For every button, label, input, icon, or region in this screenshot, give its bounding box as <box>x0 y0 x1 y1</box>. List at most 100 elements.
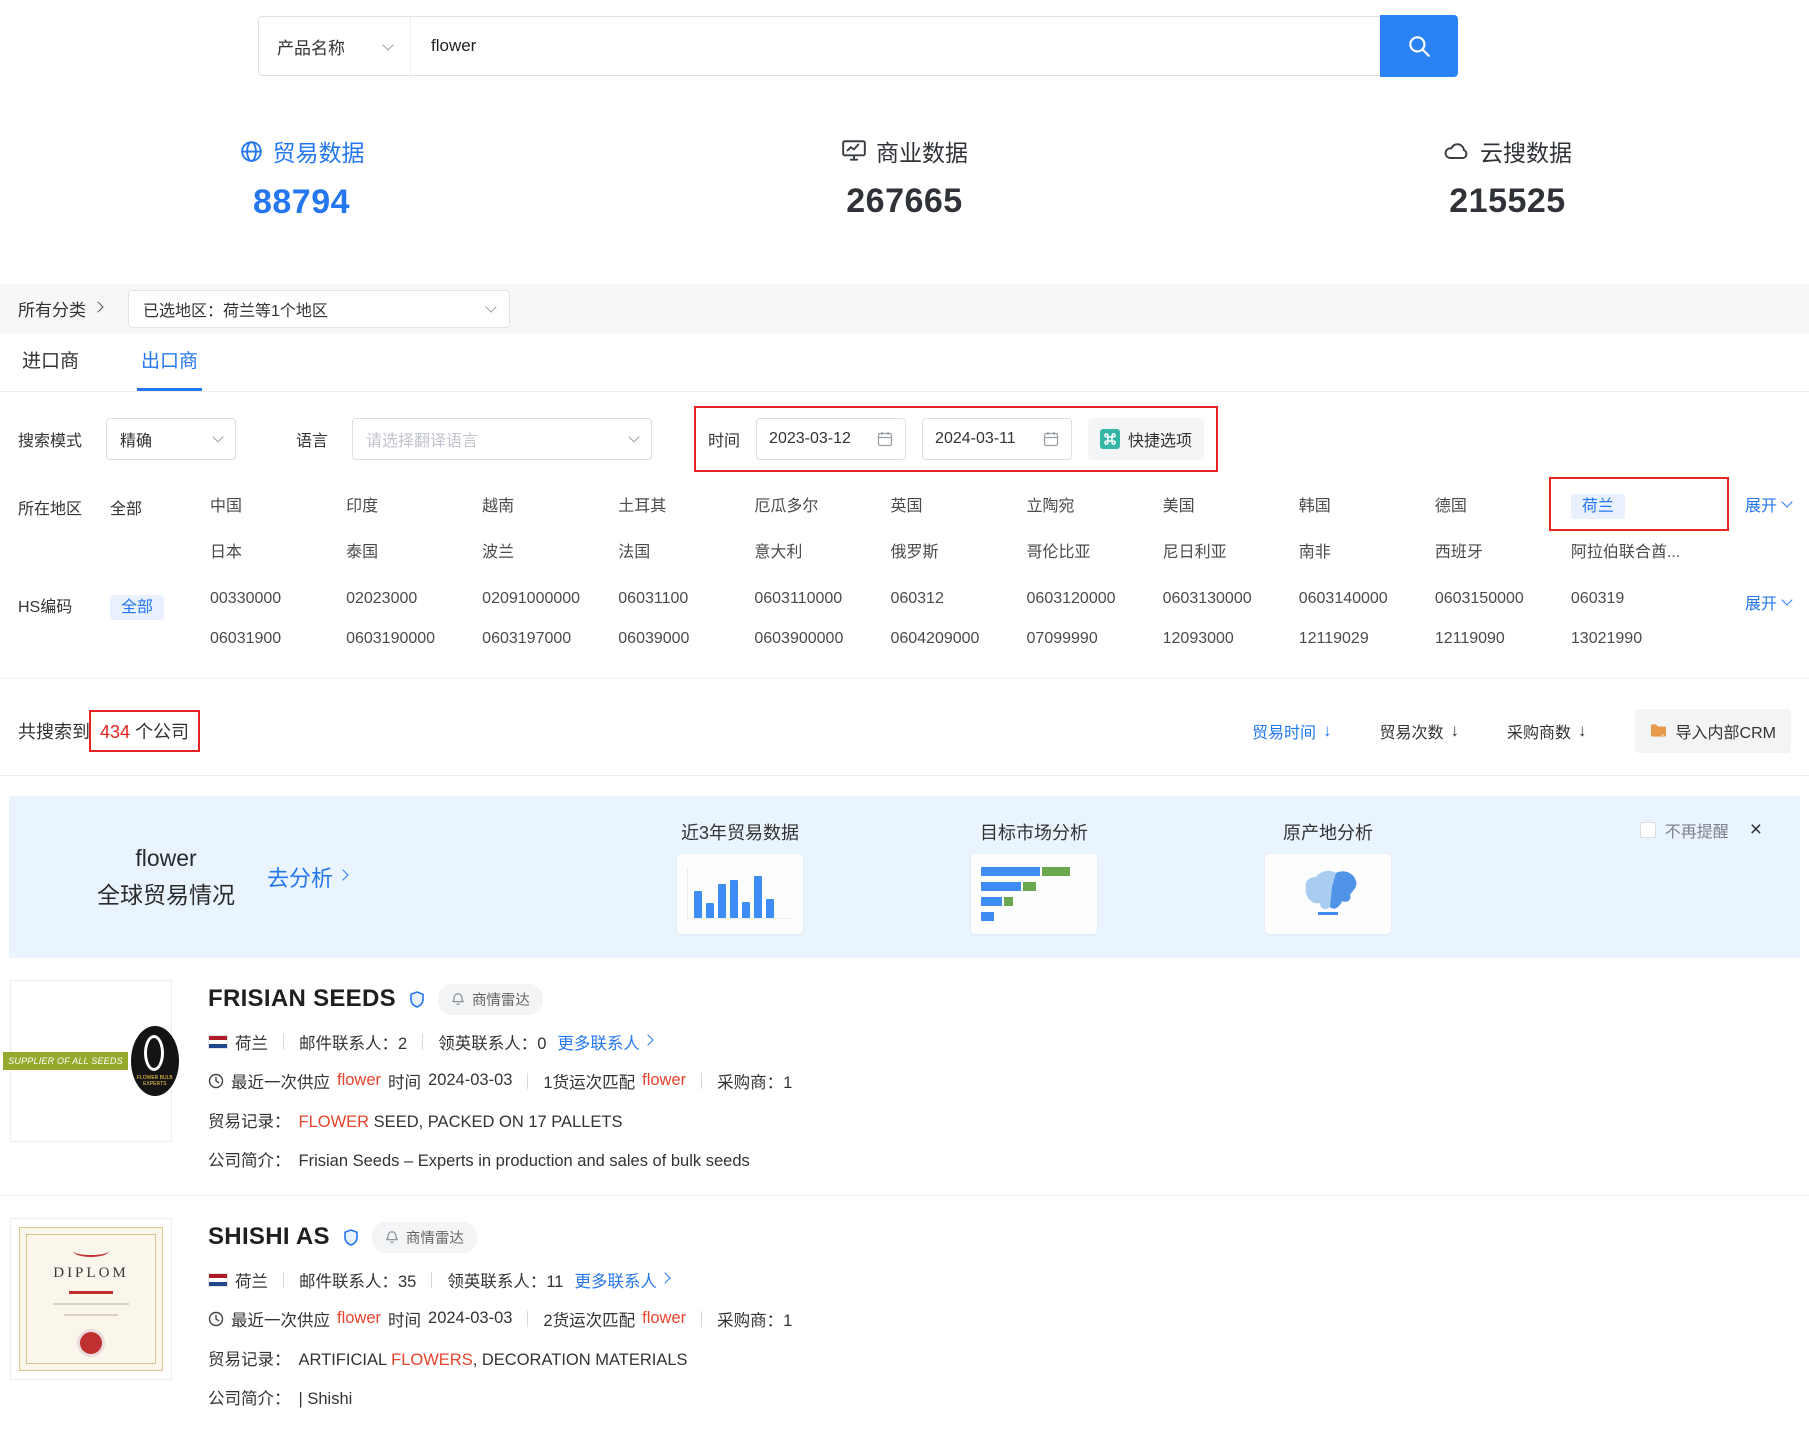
keyword-highlight: FLOWERS <box>391 1351 473 1369</box>
selected-region-text: 已选地区：荷兰等1个地区 <box>143 297 328 321</box>
selected-region-dropdown[interactable]: 已选地区：荷兰等1个地区 <box>128 290 510 328</box>
sort-trade-time[interactable]: 贸易时间↓ <box>1252 719 1332 743</box>
hs-all-option[interactable]: 全部 <box>110 590 210 648</box>
hs-code-option[interactable]: 07099990 <box>1027 630 1163 648</box>
region-option[interactable]: 越南 <box>482 492 618 516</box>
region-expand-button[interactable]: 展开 <box>1707 492 1791 516</box>
region-option[interactable]: 土耳其 <box>618 492 754 516</box>
quick-options-button[interactable]: 快捷选项 <box>1088 418 1204 460</box>
region-option[interactable]: 韩国 <box>1299 492 1435 516</box>
buyer-count: 1 <box>783 1312 792 1330</box>
tab-exporter[interactable]: 出口商 <box>137 346 202 391</box>
region-option[interactable]: 法国 <box>618 538 754 562</box>
region-option[interactable]: 日本 <box>210 538 346 562</box>
date-from-input[interactable]: 2023-03-12 <box>756 418 906 460</box>
chevron-right-icon <box>642 1034 653 1045</box>
search-input[interactable] <box>411 17 1380 75</box>
sort-trade-count[interactable]: 贸易次数↓ <box>1380 719 1460 743</box>
region-option[interactable]: 波兰 <box>482 538 618 562</box>
hs-code-option[interactable]: 0603110000 <box>754 590 890 608</box>
keyword-highlight: flower <box>337 1309 381 1328</box>
hs-code-option[interactable]: 12119029 <box>1299 630 1435 648</box>
hs-code-option[interactable]: 0603130000 <box>1163 590 1299 608</box>
verified-shield-icon[interactable] <box>343 1228 359 1247</box>
stat-trade-data[interactable]: 贸易数据 88794 <box>0 134 603 222</box>
go-analyze-link[interactable]: 去分析 <box>267 861 347 893</box>
region-option[interactable]: 哥伦比亚 <box>1027 538 1163 562</box>
search-type-select[interactable]: 产品名称 <box>259 17 411 75</box>
search-mode-select[interactable]: 精确 <box>106 418 236 460</box>
hs-code-option[interactable]: 0603197000 <box>482 630 618 648</box>
email-contact-count: 35 <box>398 1273 416 1291</box>
banner-subtitle: 全球贸易情况 <box>97 877 235 914</box>
dont-remind-checkbox[interactable] <box>1640 822 1656 838</box>
import-crm-button[interactable]: 导入内部CRM <box>1635 709 1791 753</box>
origin-map-thumbnail[interactable] <box>1265 854 1391 934</box>
region-option[interactable]: 俄罗斯 <box>890 538 1026 562</box>
banner-keyword: flower <box>97 840 235 877</box>
sort-buyer-count[interactable]: 采购商数↓ <box>1507 719 1587 743</box>
hs-code-option[interactable]: 0603140000 <box>1299 590 1435 608</box>
region-all-option[interactable]: 全部 <box>110 492 210 562</box>
region-option[interactable]: 印度 <box>346 492 482 516</box>
hs-code-option[interactable]: 12119090 <box>1435 630 1571 648</box>
cloud-icon <box>1443 140 1471 162</box>
region-option[interactable]: 西班牙 <box>1435 538 1571 562</box>
results-count: 434 <box>100 722 130 742</box>
radar-badge[interactable]: 商情雷达 <box>438 984 543 1015</box>
region-option[interactable]: 立陶宛 <box>1027 492 1163 516</box>
hs-code-option[interactable]: 13021990 <box>1571 630 1707 648</box>
region-option[interactable]: 英国 <box>890 492 1026 516</box>
region-option[interactable]: 意大利 <box>754 538 890 562</box>
stat-business-data[interactable]: 商业数据 267665 <box>603 134 1206 222</box>
hs-code-option[interactable]: 060319 <box>1571 590 1707 608</box>
tab-importer[interactable]: 进口商 <box>18 346 83 391</box>
company-name[interactable]: SHISHI AS <box>208 1223 330 1251</box>
calendar-icon <box>877 431 893 447</box>
hs-code-option[interactable]: 0603900000 <box>754 630 890 648</box>
breadcrumb[interactable]: 所有分类 <box>18 296 102 321</box>
radar-badge[interactable]: 商情雷达 <box>372 1222 477 1253</box>
banner-keyword-block: flower 全球贸易情况 <box>97 840 235 914</box>
company-country: 荷兰 <box>235 1268 268 1292</box>
region-option[interactable]: 阿拉伯联合酋... <box>1571 538 1707 562</box>
hs-code-option[interactable]: 00330000 <box>210 590 346 608</box>
search-bar: 产品名称 <box>258 16 1458 76</box>
region-option[interactable]: 中国 <box>210 492 346 516</box>
search-button[interactable] <box>1380 15 1458 77</box>
market-bar-chart-thumbnail[interactable] <box>971 854 1097 934</box>
verified-shield-icon[interactable] <box>409 990 425 1009</box>
search-type-label: 产品名称 <box>277 34 345 59</box>
region-option[interactable]: 尼日利亚 <box>1163 538 1299 562</box>
results-header: 共搜索到 434 个公司 贸易时间↓ 贸易次数↓ 采购商数↓ 导入内部CRM <box>0 709 1809 776</box>
hs-code-option[interactable]: 12093000 <box>1163 630 1299 648</box>
hs-code-option[interactable]: 02091000000 <box>482 590 618 608</box>
hs-code-option[interactable]: 06031900 <box>210 630 346 648</box>
hs-code-option[interactable]: 02023000 <box>346 590 482 608</box>
region-option[interactable]: 泰国 <box>346 538 482 562</box>
date-to-input[interactable]: 2024-03-11 <box>922 418 1072 460</box>
hs-code-option[interactable]: 06039000 <box>618 630 754 648</box>
sort-controls: 贸易时间↓ 贸易次数↓ 采购商数↓ 导入内部CRM <box>1252 709 1791 753</box>
hs-code-option[interactable]: 0603120000 <box>1027 590 1163 608</box>
hs-code-option[interactable]: 060312 <box>890 590 1026 608</box>
region-option-selected[interactable]: 荷兰 <box>1571 494 1625 519</box>
language-select[interactable]: 请选择翻译语言 <box>352 418 652 460</box>
linkedin-contact-count: 0 <box>537 1035 546 1053</box>
hs-code-option[interactable]: 0603150000 <box>1435 590 1571 608</box>
region-option[interactable]: 南非 <box>1299 538 1435 562</box>
region-option[interactable]: 德国 <box>1435 492 1571 516</box>
more-contacts-link[interactable]: 更多联系人 <box>575 1268 670 1292</box>
company-name[interactable]: FRISIAN SEEDS <box>208 985 396 1013</box>
hs-expand-button[interactable]: 展开 <box>1707 590 1791 614</box>
close-icon[interactable]: × <box>1750 819 1762 840</box>
stat-cloud-search-data[interactable]: 云搜数据 215525 <box>1206 134 1809 222</box>
hs-code-option[interactable]: 0604209000 <box>890 630 1026 648</box>
region-option[interactable]: 美国 <box>1163 492 1299 516</box>
trade-bar-chart-thumbnail[interactable] <box>677 854 803 934</box>
last-supply-date: 2024-03-03 <box>428 1071 512 1090</box>
region-option[interactable]: 厄瓜多尔 <box>754 492 890 516</box>
more-contacts-link[interactable]: 更多联系人 <box>557 1030 652 1054</box>
hs-code-option[interactable]: 0603190000 <box>346 630 482 648</box>
hs-code-option[interactable]: 06031100 <box>618 590 754 608</box>
